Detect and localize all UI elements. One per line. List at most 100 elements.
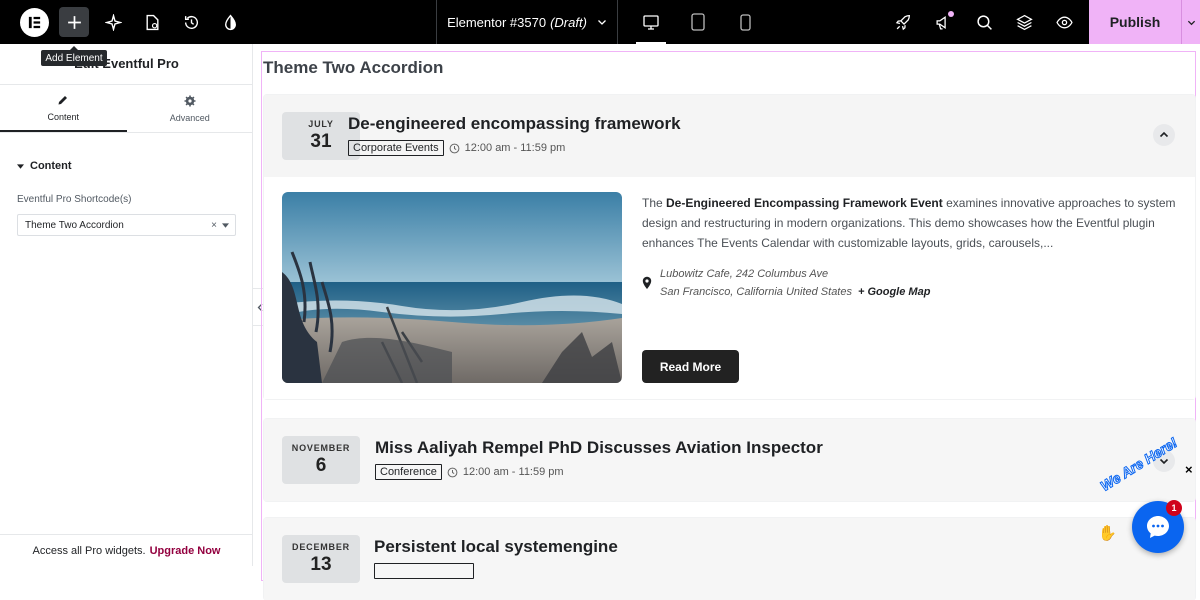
page-settings-button[interactable] [137, 7, 167, 37]
chevron-down-icon [597, 20, 606, 25]
document-name: Elementor #3570 [447, 14, 547, 30]
accordion-item: DECEMBER 13 Persistent local systemengin… [264, 518, 1195, 600]
category-tag[interactable]: Conference [375, 464, 442, 480]
clear-icon[interactable]: × [211, 220, 217, 231]
upgrade-now-link[interactable]: Upgrade Now [150, 545, 221, 557]
chevron-down-icon [1187, 20, 1195, 25]
tablet-view-button[interactable] [675, 0, 721, 44]
date-day: 31 [310, 131, 332, 152]
accordion-body: The De-Engineered Encompassing Framework… [264, 177, 1195, 399]
chat-unread-badge: 1 [1166, 500, 1182, 516]
accordion-header[interactable]: DECEMBER 13 Persistent local systemengin… [264, 518, 1195, 600]
shortcode-field-label: Eventful Pro Shortcode(s) [17, 194, 132, 205]
event-meta: Conference 12:00 am - 11:59 pm [375, 464, 564, 480]
caret-down-icon [17, 163, 24, 169]
publish-options-button[interactable] [1181, 0, 1200, 44]
add-element-tooltip: Add Element [41, 46, 107, 66]
chat-close-button[interactable]: × [1185, 462, 1193, 477]
publish-button[interactable]: Publish [1089, 0, 1181, 44]
clock-icon [449, 143, 460, 153]
preview-button[interactable] [1049, 7, 1079, 37]
search-button[interactable] [969, 7, 999, 37]
section-label: Content [30, 160, 72, 172]
preview-canvas: Theme Two Accordion JULY 31 De-engineere… [261, 51, 1196, 600]
document-title-dropdown[interactable]: Elementor #3570 (Draft) [436, 0, 618, 44]
contrast-icon [224, 14, 236, 30]
event-title[interactable]: De-engineered encompassing framework [348, 114, 681, 134]
plus-icon [67, 15, 81, 29]
read-more-button[interactable]: Read More [642, 350, 739, 383]
event-title[interactable]: Persistent local systemengine [374, 537, 618, 557]
date-month: DECEMBER [292, 542, 350, 552]
pencil-icon [58, 95, 68, 104]
caret-down-icon[interactable] [222, 222, 229, 229]
structure-button[interactable] [1009, 7, 1039, 37]
map-pin-icon [642, 276, 652, 289]
rocket-button[interactable] [888, 7, 918, 37]
gear-icon [184, 95, 196, 106]
ai-sparkle-button[interactable] [98, 7, 128, 37]
desktop-icon [643, 14, 659, 30]
editor-topbar: Elementor #3570 (Draft) Publish [0, 0, 1200, 44]
editor-panel: Edit Eventful Pro Content Advanced Conte… [0, 44, 253, 566]
beach-photo [282, 192, 622, 383]
history-icon [184, 15, 198, 29]
add-element-button[interactable] [59, 7, 89, 37]
date-month: NOVEMBER [291, 443, 351, 453]
section-toggle-content[interactable]: Content [17, 160, 72, 172]
tab-advanced-label: Advanced [169, 112, 210, 123]
tablet-icon [691, 13, 705, 31]
whats-new-button[interactable] [928, 7, 958, 37]
accordion-item: NOVEMBER 6 Miss Aaliyah Rempel PhD Discu… [264, 419, 1195, 501]
accordion-header[interactable]: JULY 31 De-engineered encompassing frame… [264, 95, 1195, 177]
elementor-logo-icon[interactable] [20, 8, 49, 37]
category-tag[interactable]: Corporate Events [348, 140, 444, 156]
tab-content[interactable]: Content [0, 85, 127, 132]
collapse-toggle[interactable] [1153, 124, 1175, 146]
accordion-item: JULY 31 De-engineered encompassing frame… [264, 95, 1195, 399]
history-button[interactable] [176, 7, 206, 37]
date-day: 13 [310, 554, 332, 575]
category-tag[interactable] [374, 563, 474, 579]
event-time: 12:00 am - 11:59 pm [462, 466, 564, 478]
rocket-icon [895, 14, 910, 30]
clock-icon [447, 467, 458, 477]
event-image[interactable] [282, 192, 622, 383]
panel-title: Edit Eventful Pro [74, 56, 179, 71]
site-settings-button[interactable] [215, 7, 245, 37]
chevron-up-icon [1159, 131, 1169, 138]
event-meta [374, 563, 474, 579]
tab-content-label: Content [47, 111, 80, 122]
venue-name: Lubowitz Cafe, 242 Columbus Ave [660, 268, 829, 280]
date-day: 6 [315, 455, 327, 476]
layers-icon [1015, 14, 1033, 30]
widget-title: Theme Two Accordion [263, 58, 444, 77]
google-map-link[interactable]: + Google Map [858, 286, 930, 298]
event-name-bold: De-Engineered Encompassing Framework Eve… [666, 196, 943, 210]
upgrade-promo: Access all Pro widgets. Upgrade Now [0, 534, 253, 566]
chat-icon [1147, 516, 1169, 538]
notification-dot [948, 11, 954, 17]
document-status: (Draft) [550, 14, 587, 30]
event-location: Lubowitz Cafe, 242 Columbus Ave San Fran… [642, 265, 930, 301]
tab-advanced[interactable]: Advanced [127, 85, 254, 132]
shortcode-select[interactable]: Theme Two Accordion × [17, 214, 236, 236]
shortcode-select-value: Theme Two Accordion [25, 219, 124, 231]
mobile-icon [739, 13, 751, 31]
date-month: JULY [308, 119, 334, 129]
sparkle-icon [104, 13, 122, 31]
event-title[interactable]: Miss Aaliyah Rempel PhD Discusses Aviati… [375, 438, 823, 458]
search-icon [976, 14, 992, 30]
promo-text: Access all Pro widgets. [32, 544, 146, 557]
page-settings-icon [145, 14, 159, 30]
accordion-header[interactable]: NOVEMBER 6 Miss Aaliyah Rempel PhD Discu… [264, 419, 1195, 501]
mobile-view-button[interactable] [722, 0, 768, 44]
panel-tabs: Content Advanced [0, 84, 253, 133]
desktop-view-button[interactable] [628, 0, 674, 44]
eye-icon [1055, 16, 1073, 28]
event-time: 12:00 am - 11:59 pm [464, 142, 566, 154]
date-badge: DECEMBER 13 [282, 535, 360, 583]
venue-city: San Francisco, California United States [660, 286, 852, 298]
event-meta: Corporate Events 12:00 am - 11:59 pm [348, 140, 565, 156]
date-badge: NOVEMBER 6 [282, 436, 360, 484]
